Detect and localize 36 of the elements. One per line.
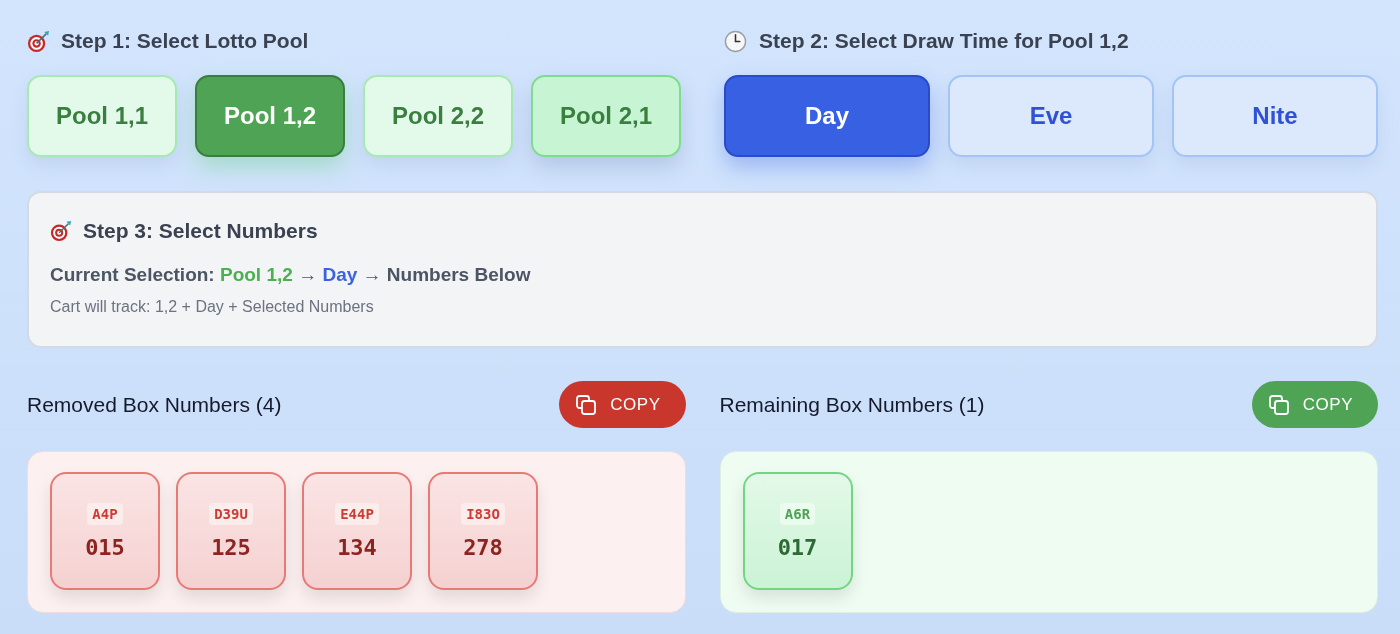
- box-number: 278: [463, 534, 503, 560]
- box-number: 015: [85, 534, 125, 560]
- box-number-tile[interactable]: A4P 015: [50, 472, 160, 590]
- target-icon: [50, 220, 72, 242]
- cart-note: Cart will track: 1,2 + Day + Selected Numbers: [50, 298, 375, 316]
- pool-button[interactable]: Pool 1,1: [27, 75, 177, 157]
- clock-icon: [724, 29, 747, 53]
- target-icon: [27, 29, 50, 53]
- box-code: E44P: [335, 502, 379, 525]
- box-number: 125: [211, 534, 251, 560]
- box-number: 017: [777, 534, 818, 560]
- copy-icon: [576, 394, 597, 415]
- pool-button[interactable]: Pool 1,2: [195, 75, 345, 157]
- box-number-tile[interactable]: A6R 017: [742, 472, 853, 590]
- copy-button[interactable]: COPY: [1251, 381, 1378, 428]
- pool-button[interactable]: Pool 2,1: [531, 75, 681, 157]
- step-title: Step 1: Select Lotto Pool: [61, 29, 309, 53]
- box-code: A6R: [779, 502, 816, 525]
- list-title: Remaining Box Numbers (1): [719, 392, 985, 417]
- box-code: D39U: [209, 502, 253, 525]
- box-code: I83O: [461, 502, 505, 525]
- list-title: Removed Box Numbers (4): [27, 392, 282, 417]
- copy-icon: [1268, 394, 1289, 415]
- copy-button[interactable]: COPY: [559, 381, 686, 428]
- draw-time-button[interactable]: Day: [724, 75, 930, 157]
- step-title: Step 2: Select Draw Time for Pool 1,2: [759, 29, 1129, 53]
- pool-button[interactable]: Pool 2,2: [363, 75, 513, 157]
- box-code: A4P: [87, 502, 123, 525]
- box-number-tile[interactable]: D39U 125: [176, 472, 286, 590]
- box-number: 134: [337, 534, 377, 560]
- draw-time-button[interactable]: Eve: [948, 75, 1154, 157]
- draw-time-button[interactable]: Nite: [1172, 75, 1378, 157]
- box-number-tile[interactable]: I83O 278: [428, 472, 538, 590]
- box-number-tile[interactable]: E44P 134: [302, 472, 412, 590]
- current-selection-text: Current Selection: Pool 1,2 → Day → Numbers Below: [50, 263, 532, 287]
- step-title: Step 3: Select Numbers: [83, 219, 318, 243]
